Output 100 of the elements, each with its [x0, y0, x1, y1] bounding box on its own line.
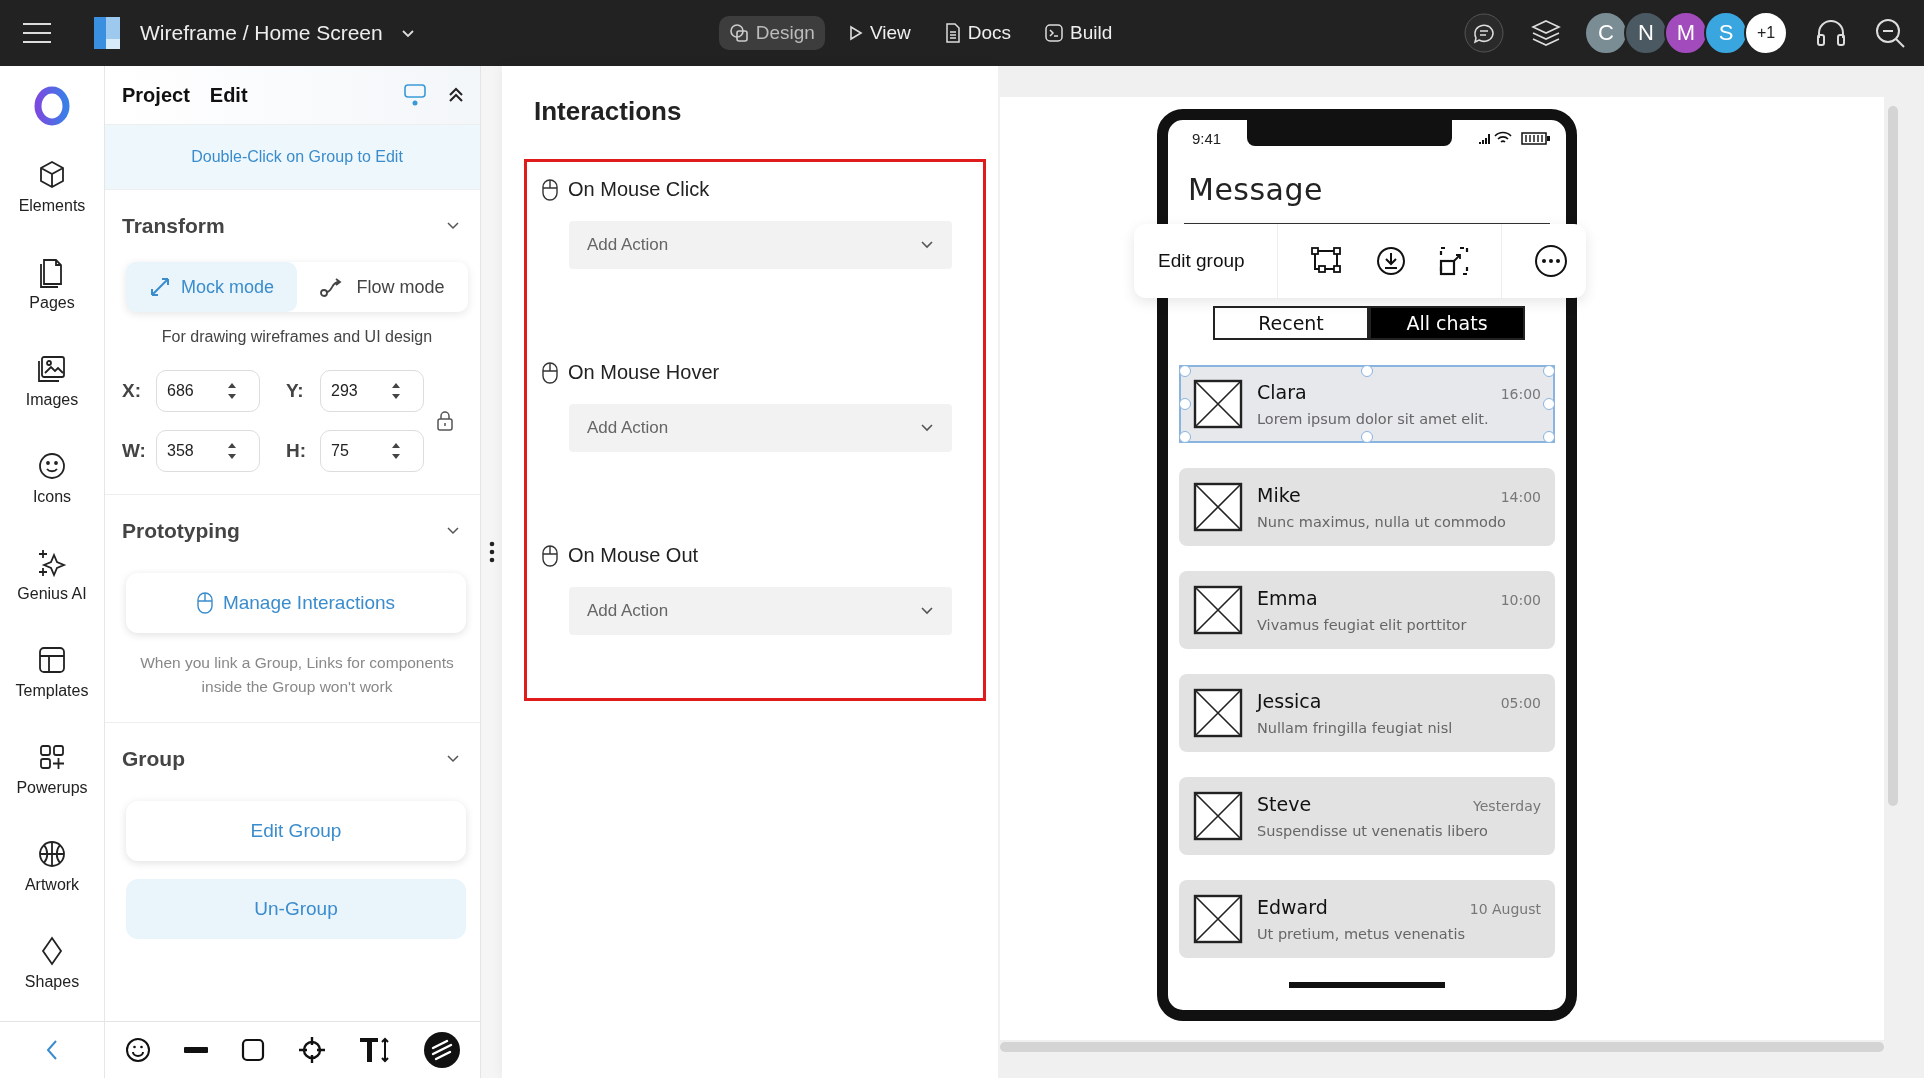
- resize-handle[interactable]: [1543, 431, 1555, 443]
- headset-icon[interactable]: [1814, 18, 1848, 48]
- message-time: 10 August: [1469, 901, 1541, 917]
- chevron-down-icon: [920, 606, 934, 616]
- chevron-down-icon[interactable]: [446, 754, 460, 765]
- sidebar-item[interactable]: Elements: [12, 138, 92, 235]
- image-placeholder-icon: [1193, 791, 1243, 841]
- sidebar-item[interactable]: Shapes: [18, 914, 86, 1011]
- nav-tab[interactable]: View: [838, 16, 921, 50]
- resize-handle[interactable]: [1361, 431, 1373, 443]
- rectangle-icon[interactable]: [241, 1038, 266, 1062]
- manage-interactions-button[interactable]: Manage Interactions: [126, 572, 466, 633]
- zoom-out-icon[interactable]: [1874, 17, 1906, 49]
- screen-title: Message: [1188, 172, 1324, 207]
- chevron-down-icon[interactable]: [400, 28, 415, 38]
- field-label: W:: [122, 439, 146, 462]
- edit-group-button[interactable]: Edit group: [1158, 250, 1245, 272]
- menu-icon[interactable]: [22, 22, 52, 44]
- message-time: Yesterday: [1473, 798, 1541, 814]
- user-avatar[interactable]: +1: [1744, 11, 1788, 55]
- app-logo-icon[interactable]: [33, 86, 71, 126]
- chevron-down-icon[interactable]: [446, 525, 460, 536]
- terminal-icon: [1045, 24, 1064, 42]
- more-icon[interactable]: [1533, 244, 1568, 278]
- crosshair-icon[interactable]: [297, 1036, 326, 1064]
- message-preview: Vivamus feugiat elit porttitor: [1257, 617, 1468, 633]
- nav-tab[interactable]: Design: [718, 16, 825, 50]
- action-dropdown[interactable]: Add Action: [569, 404, 952, 452]
- more-vertical-icon[interactable]: [488, 541, 495, 563]
- sidebar-item[interactable]: Pages: [23, 235, 81, 332]
- mode-description: For drawing wireframes and UI design: [160, 327, 434, 347]
- number-field[interactable]: 686: [156, 369, 260, 412]
- resize-arrow-icon: [148, 276, 171, 298]
- chat-card[interactable]: Steve Yesterday Suspendisse ut venenatis libero: [1179, 777, 1555, 855]
- image-placeholder-icon: [1193, 585, 1243, 635]
- device-preview-icon[interactable]: [403, 83, 427, 107]
- panel-tab[interactable]: Project: [122, 83, 190, 107]
- field-label: Y:: [286, 379, 305, 402]
- nav-tab[interactable]: Docs: [934, 16, 1022, 50]
- project-title[interactable]: Wireframe / Home Screen: [140, 21, 383, 45]
- chat-card[interactable]: Mike 14:00 Nunc maximus, nulla ut commodo: [1179, 468, 1555, 546]
- image-placeholder-icon: [1193, 379, 1243, 429]
- sidebar-item[interactable]: Genius AI: [11, 526, 93, 623]
- chat-card[interactable]: Clara 16:00 Lorem ipsum dolor sit amet elit.: [1179, 365, 1555, 443]
- status-time: 9:41: [1192, 130, 1222, 147]
- message-preview: Lorem ipsum dolor sit amet elit.: [1257, 411, 1490, 427]
- panel-tab[interactable]: Edit: [209, 83, 248, 107]
- brand-circle-icon[interactable]: [423, 1032, 460, 1068]
- field-label: H:: [286, 439, 308, 462]
- chat-tab[interactable]: Recent: [1213, 306, 1369, 340]
- sidebar-item[interactable]: Images: [19, 332, 85, 429]
- section-title: Transform: [122, 214, 225, 238]
- emoji-icon[interactable]: [125, 1037, 152, 1063]
- resize-handle[interactable]: [1543, 365, 1555, 377]
- text-tool-icon[interactable]: [358, 1036, 391, 1064]
- sidebar-item[interactable]: Artwork: [18, 817, 86, 914]
- mouse-icon: [196, 591, 213, 614]
- chat-card[interactable]: Jessica 05:00 Nullam fringilla feugiat nisl: [1179, 674, 1555, 752]
- scrollbar[interactable]: [1000, 1042, 1884, 1052]
- chat-card[interactable]: Emma 10:00 Vivamus feugiat elit porttitor: [1179, 571, 1555, 649]
- sidebar-item[interactable]: Templates: [9, 623, 95, 720]
- ungroup-icon[interactable]: [1438, 246, 1469, 276]
- message-time: 14:00: [1500, 489, 1541, 505]
- chevron-down-icon[interactable]: [446, 221, 460, 231]
- sidebar-item[interactable]: Icons: [26, 429, 78, 526]
- chat-tab[interactable]: All chats: [1369, 306, 1525, 340]
- collapse-icon[interactable]: [447, 86, 465, 104]
- resize-handle[interactable]: [1543, 398, 1555, 410]
- document-icon: [944, 23, 961, 43]
- mouse-icon: [542, 178, 558, 201]
- message-preview: Nunc maximus, nulla ut commodo: [1257, 514, 1507, 530]
- download-icon[interactable]: [1376, 246, 1407, 276]
- group-action-button[interactable]: Edit Group: [126, 801, 466, 862]
- chat-card[interactable]: Edward 10 August Ut pretium, metus venenatis: [1179, 880, 1555, 958]
- comment-icon[interactable]: [1464, 13, 1504, 53]
- message-preview: Ut pretium, metus venenatis: [1257, 926, 1466, 942]
- nav-tab[interactable]: Build: [1035, 16, 1123, 50]
- event-label: On Mouse Out: [568, 544, 699, 567]
- number-field[interactable]: 75: [320, 429, 424, 472]
- resize-handle[interactable]: [1179, 431, 1191, 443]
- lock-icon[interactable]: [436, 409, 454, 432]
- action-dropdown[interactable]: Add Action: [569, 221, 952, 269]
- number-field[interactable]: 293: [320, 369, 424, 412]
- resize-handle[interactable]: [1361, 365, 1373, 377]
- resize-handle[interactable]: [1179, 365, 1191, 377]
- layers-icon[interactable]: [1530, 18, 1562, 48]
- resize-handle[interactable]: [1179, 398, 1191, 410]
- number-field[interactable]: 358: [156, 429, 260, 472]
- user-avatar[interactable]: M: [1664, 11, 1708, 55]
- contact-name: Steve: [1257, 793, 1312, 815]
- action-dropdown[interactable]: Add Action: [569, 587, 952, 635]
- message-preview: Nullam fringilla feugiat nisl: [1257, 720, 1454, 736]
- image-placeholder-icon: [1193, 894, 1243, 944]
- chevron-down-icon: [920, 240, 934, 250]
- back-icon[interactable]: [45, 1039, 59, 1061]
- mode-option[interactable]: Flow mode: [297, 262, 468, 312]
- contact-name: Jessica: [1257, 690, 1322, 712]
- sidebar-item[interactable]: Powerups: [10, 720, 94, 817]
- user-avatar[interactable]: N: [1624, 11, 1668, 55]
- scrollbar[interactable]: [1888, 106, 1898, 806]
